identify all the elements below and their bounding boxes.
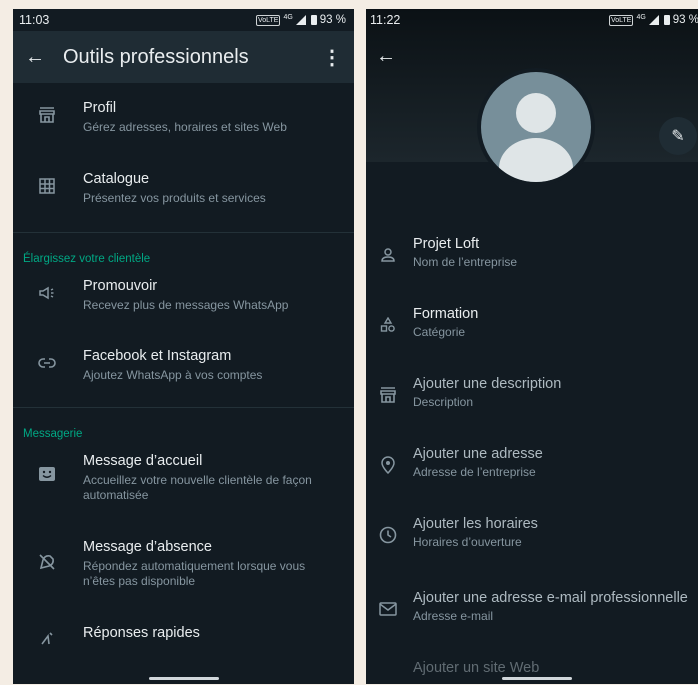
battery-level: 93 % <box>319 14 346 26</box>
field-hours[interactable]: Ajouter les horaires Horaires d’ouvertur… <box>366 515 698 589</box>
list-item-quick-replies[interactable]: Réponses rapides <box>13 624 354 664</box>
status-time: 11:22 <box>370 13 401 27</box>
away-icon <box>35 550 59 574</box>
field-business-name[interactable]: Projet Loft Nom de l’entreprise <box>366 235 698 305</box>
category-icon <box>376 313 400 337</box>
volte-badge: VoLTE <box>255 14 281 26</box>
field-subtitle: Nom de l’entreprise <box>413 255 518 269</box>
item-subtitle: Présentez vos produits et services <box>83 191 266 205</box>
business-tools-screen: 11:03 VoLTE 4G 93 % ← Outils professionn… <box>13 9 354 684</box>
list-item-away-message[interactable]: Message d’absence Répondez automatiqueme… <box>13 538 354 624</box>
pencil-icon: ✎ <box>671 128 685 145</box>
item-title: Catalogue <box>83 171 150 187</box>
item-title: Réponses rapides <box>83 625 200 641</box>
gesture-nav-handle[interactable] <box>501 677 572 680</box>
field-subtitle: Horaires d’ouverture <box>413 535 522 549</box>
battery-icon <box>663 15 670 25</box>
list-item-promouvoir[interactable]: Promouvoir Recevez plus de messages What… <box>13 277 354 347</box>
item-title: Facebook et Instagram <box>83 348 232 364</box>
item-subtitle: Accueillez votre nouvelle clientèle de f… <box>83 473 312 502</box>
business-profile-screen: 11:22 VoLTE 4G 93 % ← ✎ Projet Loft Nom … <box>366 9 698 684</box>
clock-icon <box>376 523 400 547</box>
status-bar: 11:22 VoLTE 4G 93 % <box>366 9 698 31</box>
storefront-icon <box>376 383 400 407</box>
page-title: Outils professionnels <box>63 45 249 68</box>
status-bar: 11:03 VoLTE 4G 93 % <box>13 9 354 31</box>
field-address[interactable]: Ajouter une adresse Adresse de l’entrepr… <box>366 445 698 515</box>
signal-icon <box>648 15 659 25</box>
avatar[interactable] <box>481 72 591 182</box>
item-subtitle: Répondez automatiquement lorsque vous n’… <box>83 559 306 588</box>
field-website[interactable]: Ajouter un site Web <box>366 659 698 684</box>
status-time: 11:03 <box>19 13 50 27</box>
field-title: Ajouter une adresse e-mail professionnel… <box>413 590 688 606</box>
item-subtitle: Recevez plus de messages WhatsApp <box>83 298 289 312</box>
field-subtitle: Adresse e-mail <box>413 609 494 623</box>
item-title: Message d’absence <box>83 539 212 555</box>
tools-list: Profil Gérez adresses, horaires et sites… <box>13 83 354 664</box>
avatar-head <box>516 93 556 133</box>
volte-badge: VoLTE <box>608 14 634 26</box>
megaphone-icon <box>35 281 59 305</box>
mail-icon <box>376 597 400 621</box>
field-description[interactable]: Ajouter une description Description <box>366 375 698 445</box>
field-title: Ajouter un site Web <box>413 660 540 676</box>
app-bar: ← Outils professionnels ⋮ <box>13 31 354 83</box>
field-subtitle: Catégorie <box>413 325 466 339</box>
field-title: Ajouter une description <box>413 376 562 392</box>
item-subtitle: Ajoutez WhatsApp à vos comptes <box>83 368 263 382</box>
section-header-messaging: Messagerie <box>23 428 83 440</box>
item-title: Profil <box>83 100 117 116</box>
field-category[interactable]: Formation Catégorie <box>366 305 698 375</box>
item-title: Promouvoir <box>83 278 158 294</box>
signal-icon <box>295 15 306 25</box>
network-label: 4G <box>283 14 293 21</box>
quick-reply-icon <box>35 626 59 650</box>
storefront-icon <box>35 103 59 127</box>
location-icon <box>376 453 400 477</box>
grid-icon <box>35 174 59 198</box>
list-item-facebook-instagram[interactable]: Facebook et Instagram Ajoutez WhatsApp à… <box>13 347 354 407</box>
back-arrow-icon[interactable]: ← <box>376 45 396 68</box>
network-label: 4G <box>636 14 646 21</box>
back-arrow-icon[interactable]: ← <box>25 46 45 69</box>
person-icon <box>376 243 400 267</box>
field-title: Ajouter les horaires <box>413 516 538 532</box>
field-subtitle: Description <box>413 395 474 409</box>
field-title: Projet Loft <box>413 236 480 252</box>
item-title: Message d’accueil <box>83 453 203 469</box>
field-title: Ajouter une adresse <box>413 446 543 462</box>
more-options-icon[interactable]: ⋮ <box>322 45 342 70</box>
field-email[interactable]: Ajouter une adresse e-mail professionnel… <box>366 589 698 659</box>
avatar-body <box>499 138 573 182</box>
section-header-grow: Élargissez votre clientèle <box>23 253 151 265</box>
smile-message-icon <box>35 462 59 486</box>
gesture-nav-handle[interactable] <box>148 677 219 680</box>
list-item-catalogue[interactable]: Catalogue Présentez vos produits et serv… <box>13 170 354 232</box>
battery-icon <box>310 15 317 25</box>
list-item-profil[interactable]: Profil Gérez adresses, horaires et sites… <box>13 99 354 170</box>
field-subtitle: Adresse de l’entreprise <box>413 465 536 479</box>
link-icon <box>35 351 59 375</box>
profile-fields-list: Projet Loft Nom de l’entreprise Formatio… <box>366 235 698 684</box>
item-subtitle: Gérez adresses, horaires et sites Web <box>83 120 287 134</box>
battery-level: 93 % <box>672 14 698 26</box>
field-title: Formation <box>413 306 479 322</box>
edit-photo-button[interactable]: ✎ <box>659 117 697 155</box>
list-item-welcome-message[interactable]: Message d’accueil Accueillez votre nouve… <box>13 452 354 538</box>
